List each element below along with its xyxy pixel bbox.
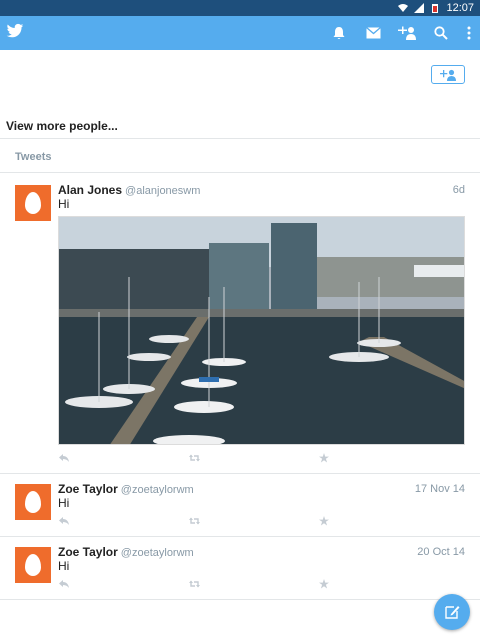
favorite-button[interactable]	[318, 452, 330, 464]
reply-icon	[59, 517, 69, 525]
search-button[interactable]	[424, 16, 458, 50]
tweet-actions	[58, 452, 458, 464]
favorite-button[interactable]	[318, 515, 330, 527]
reply-button[interactable]	[58, 452, 70, 464]
add-user-icon	[440, 69, 456, 81]
retweet-button[interactable]	[188, 452, 200, 464]
default-egg-icon	[25, 192, 41, 214]
tweet-photo[interactable]	[58, 216, 465, 445]
tweet-actions	[58, 578, 458, 590]
star-icon	[319, 453, 329, 463]
star-icon	[319, 579, 329, 589]
reply-icon	[59, 454, 69, 462]
tweet-text: Hi	[58, 559, 70, 573]
view-more-people-link[interactable]: View more people...	[6, 119, 118, 133]
avatar[interactable]	[15, 185, 51, 221]
add-user-button[interactable]	[390, 16, 424, 50]
tweet-time: 20 Oct 14	[417, 546, 465, 558]
retweet-button[interactable]	[188, 515, 200, 527]
messages-button[interactable]	[356, 16, 390, 50]
tweet-text: Hi	[58, 197, 70, 211]
tweet-text: Hi	[58, 496, 70, 510]
author-name: Alan Jones	[58, 183, 123, 197]
signal-icon	[414, 3, 425, 13]
wifi-icon	[398, 4, 409, 12]
compose-tweet-button[interactable]	[434, 594, 470, 630]
twitter-logo-icon[interactable]	[6, 22, 24, 40]
more-vertical-icon	[467, 26, 471, 40]
tweet-author[interactable]: Alan Jones @alanjoneswm	[58, 183, 200, 197]
divider	[0, 536, 480, 537]
compose-icon	[445, 606, 460, 619]
divider	[0, 473, 480, 474]
reply-icon	[59, 580, 69, 588]
tweet-time: 6d	[452, 184, 465, 196]
tweet-author[interactable]: Zoe Taylor @zoetaylorwm	[58, 545, 194, 559]
default-egg-icon	[25, 554, 41, 576]
author-handle: @alanjoneswm	[125, 185, 201, 197]
retweet-icon	[188, 454, 200, 462]
app-bar	[0, 16, 480, 50]
star-icon	[319, 516, 329, 526]
avatar[interactable]	[15, 484, 51, 520]
harbour-photo-image	[59, 217, 464, 444]
avatar[interactable]	[15, 547, 51, 583]
author-name: Zoe Taylor	[58, 482, 118, 496]
follow-button[interactable]	[431, 65, 465, 84]
retweet-icon	[188, 580, 200, 588]
author-handle: @zoetaylorwm	[120, 484, 194, 496]
notifications-icon	[333, 27, 345, 39]
author-handle: @zoetaylorwm	[120, 547, 194, 559]
divider	[0, 599, 480, 600]
more-options-button[interactable]	[458, 16, 480, 50]
tweets-section-title: Tweets	[15, 151, 52, 163]
tweet-author[interactable]: Zoe Taylor @zoetaylorwm	[58, 482, 194, 496]
messages-icon	[365, 27, 381, 39]
tweet-time: 17 Nov 14	[414, 483, 465, 495]
tweet-actions	[58, 515, 458, 527]
divider	[0, 172, 480, 173]
author-name: Zoe Taylor	[58, 545, 118, 559]
reply-button[interactable]	[58, 578, 70, 590]
retweet-icon	[188, 517, 200, 525]
favorite-button[interactable]	[318, 578, 330, 590]
status-time: 12:07	[446, 2, 474, 14]
notifications-button[interactable]	[322, 16, 356, 50]
default-egg-icon	[25, 491, 41, 513]
divider	[0, 138, 480, 139]
add-user-icon	[398, 26, 416, 40]
retweet-button[interactable]	[188, 578, 200, 590]
reply-button[interactable]	[58, 515, 70, 527]
status-bar: 12:07	[0, 0, 480, 16]
search-icon	[434, 26, 448, 40]
battery-icon	[432, 4, 439, 13]
